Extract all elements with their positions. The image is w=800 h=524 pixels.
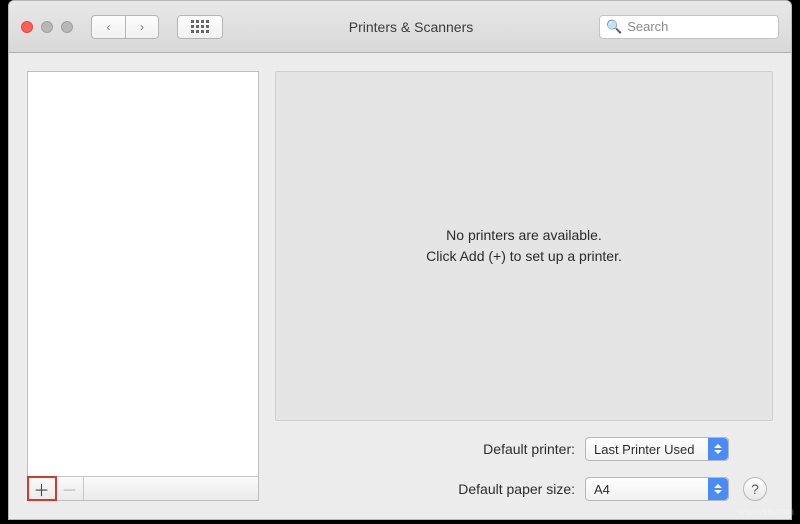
default-printer-select[interactable]: Last Printer Used: [585, 437, 729, 461]
default-paper-row: Default paper size: A4 ?: [275, 477, 773, 501]
default-printer-label: Default printer:: [275, 441, 575, 457]
default-paper-select[interactable]: A4: [585, 477, 729, 501]
search-input[interactable]: 🔍 Search: [599, 15, 779, 39]
back-button[interactable]: ‹: [91, 15, 125, 39]
show-all-button[interactable]: [177, 15, 223, 39]
remove-printer-button: －: [56, 477, 84, 500]
help-button[interactable]: ?: [743, 477, 767, 501]
search-icon: 🔍: [606, 19, 622, 35]
empty-state-line2: Click Add (+) to set up a printer.: [426, 246, 622, 267]
empty-state-panel: No printers are available. Click Add (+)…: [275, 71, 773, 421]
chevron-right-icon: ›: [140, 20, 144, 34]
default-printer-row: Default printer: Last Printer Used: [275, 437, 773, 461]
default-paper-value: A4: [594, 482, 610, 497]
default-paper-label: Default paper size:: [275, 481, 575, 497]
stepper-arrows-icon: [708, 438, 728, 460]
search-placeholder: Search: [627, 19, 668, 34]
list-control-spacer: [84, 477, 258, 500]
default-printer-value: Last Printer Used: [594, 442, 694, 457]
empty-state-line1: No printers are available.: [426, 225, 622, 246]
nav-buttons: ‹ ›: [91, 15, 159, 39]
forward-button[interactable]: ›: [125, 15, 159, 39]
question-icon: ?: [751, 481, 759, 497]
printer-sidebar: ＋ －: [27, 71, 259, 501]
minus-icon: －: [61, 477, 77, 501]
chevron-left-icon: ‹: [107, 20, 111, 34]
watermark: wsxwsx.com: [738, 507, 794, 518]
plus-icon: ＋: [33, 477, 49, 501]
window-controls: [21, 21, 73, 33]
stepper-arrows-icon: [708, 478, 728, 500]
titlebar: ‹ › Printers & Scanners 🔍 Search: [9, 1, 791, 53]
add-printer-button[interactable]: ＋: [28, 477, 56, 500]
grid-icon: [191, 20, 209, 33]
detail-area: No printers are available. Click Add (+)…: [275, 71, 773, 501]
list-controls: ＋ －: [28, 476, 258, 500]
window-title: Printers & Scanners: [231, 19, 591, 35]
window-frame: ‹ › Printers & Scanners 🔍 Search ＋ － No …: [8, 0, 792, 520]
minimize-icon[interactable]: [41, 21, 53, 33]
printer-list[interactable]: [28, 72, 258, 476]
close-icon[interactable]: [21, 21, 33, 33]
zoom-icon[interactable]: [61, 21, 73, 33]
content-area: ＋ － No printers are available. Click Add…: [9, 53, 791, 519]
